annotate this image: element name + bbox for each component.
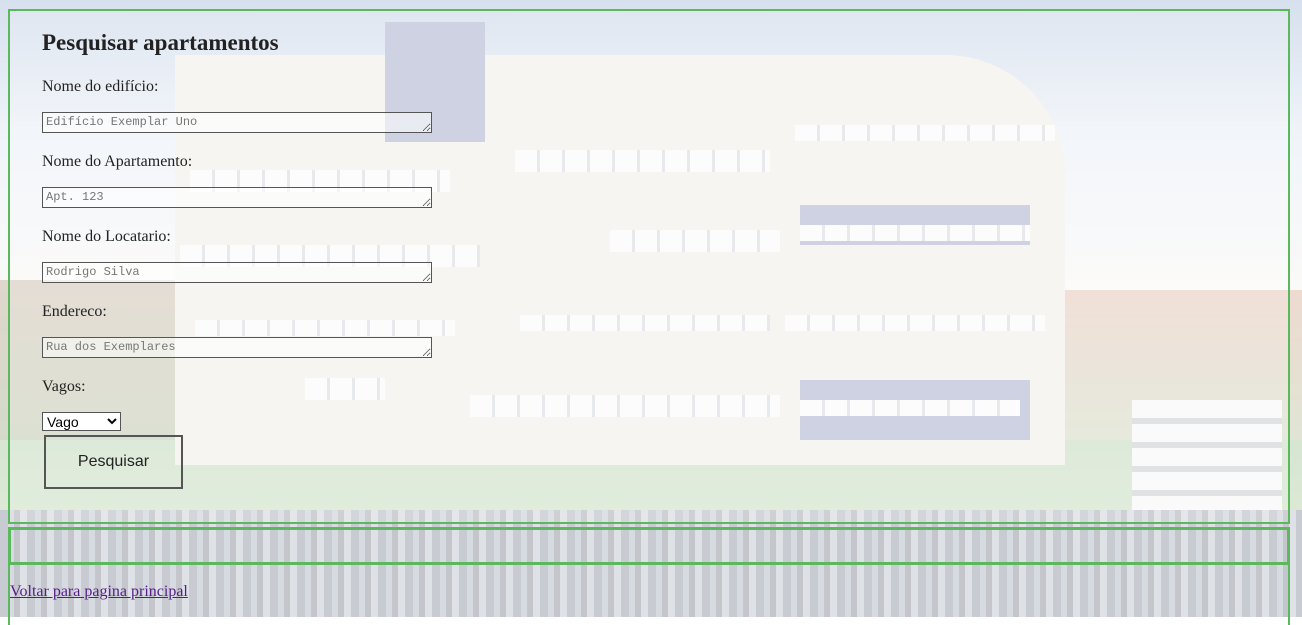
address-label: Endereco: <box>42 303 107 320</box>
tenant-name-label: Nome do Locatario: <box>42 228 171 245</box>
page-title: Pesquisar apartamentos <box>42 30 279 55</box>
address-input[interactable] <box>42 337 432 358</box>
vacancy-select[interactable]: Vago <box>42 412 121 431</box>
back-to-home-link[interactable]: Voltar para pagina principal <box>10 583 188 601</box>
search-button[interactable]: Pesquisar <box>44 435 183 489</box>
building-name-input[interactable] <box>42 112 432 133</box>
bottom-panel <box>8 565 1290 625</box>
building-name-label: Nome do edifício: <box>42 78 159 95</box>
vacancy-label: Vagos: <box>42 378 86 395</box>
tenant-name-input[interactable] <box>42 262 432 283</box>
apartment-name-label: Nome do Apartamento: <box>42 153 193 170</box>
secondary-panel <box>8 527 1290 565</box>
apartment-name-input[interactable] <box>42 187 432 208</box>
